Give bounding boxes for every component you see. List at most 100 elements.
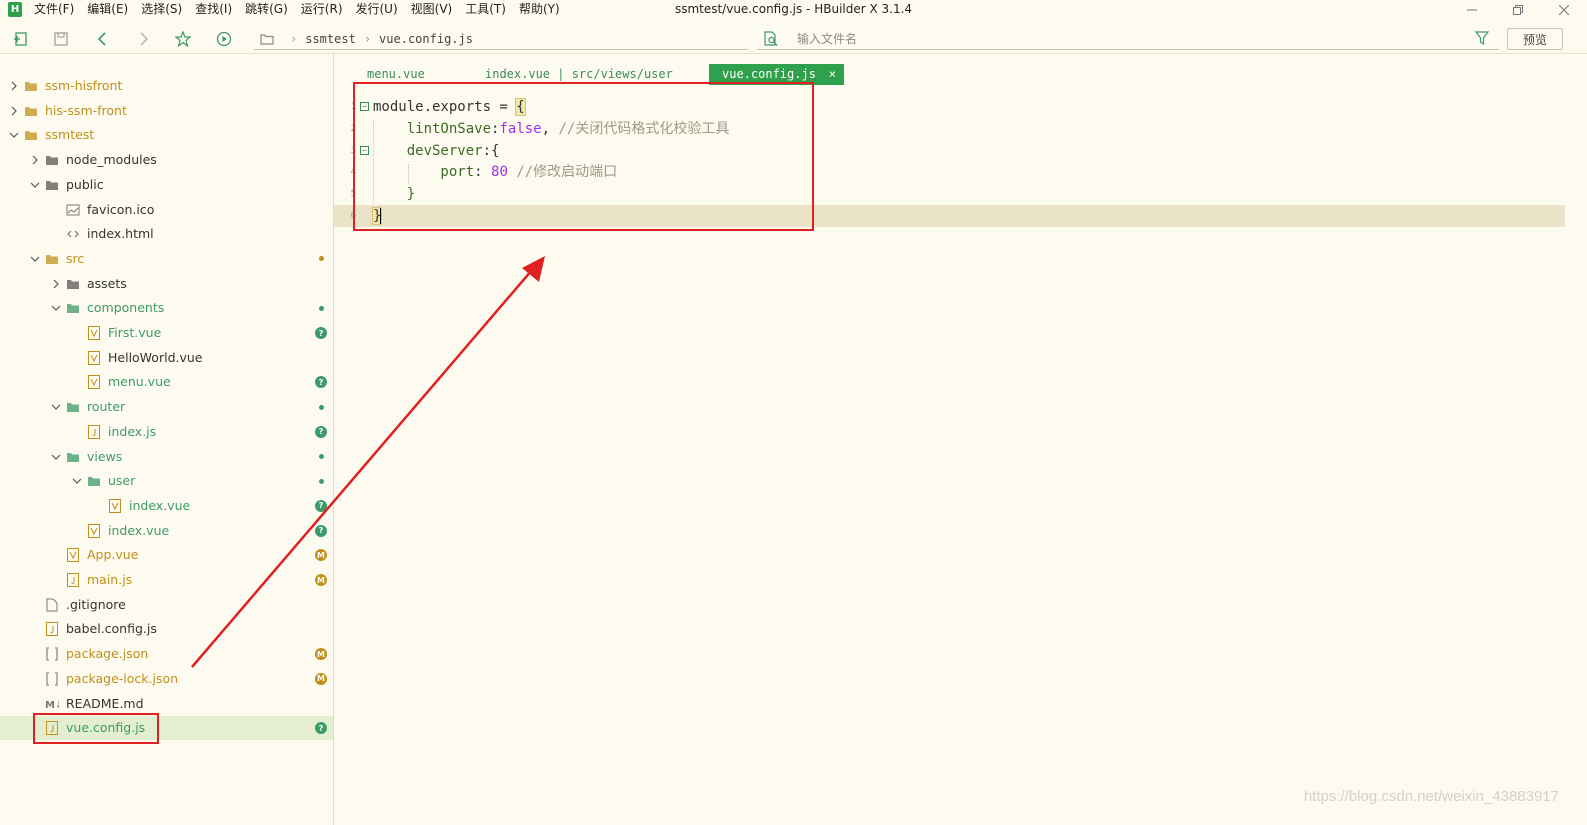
tree-item-ssm-hisfront[interactable]: ssm-hisfront <box>0 74 333 98</box>
tree-item-favicon-ico[interactable]: favicon.ico <box>0 198 333 222</box>
tree-item-src[interactable]: src <box>0 247 333 271</box>
tree-item-label: user <box>108 473 136 489</box>
tree-item-label: assets <box>87 275 127 291</box>
tree-item-index-vue[interactable]: index.vue? <box>0 519 333 543</box>
file-search-box <box>757 28 1499 50</box>
vue-file-icon <box>108 498 122 513</box>
git-status-badge: ? <box>315 425 327 438</box>
tree-item-label: favicon.ico <box>87 201 155 217</box>
minimize-icon[interactable] <box>1449 0 1495 20</box>
js-file-icon <box>66 573 80 587</box>
hbuilder-logo-icon: H <box>8 2 22 17</box>
chevron-right-icon[interactable] <box>50 278 62 290</box>
menu-item[interactable]: 文件(F) <box>34 0 74 20</box>
breadcrumb-project[interactable]: ssmtest <box>305 32 356 46</box>
menu-item[interactable]: 工具(T) <box>465 0 506 20</box>
folder-icon <box>24 79 38 93</box>
breadcrumb-file[interactable]: vue.config.js <box>379 32 473 46</box>
tree-item-main-js[interactable]: main.js M <box>0 568 333 592</box>
tree-item-label: ssm-hisfront <box>45 78 123 93</box>
back-icon[interactable] <box>94 30 112 48</box>
breadcrumb[interactable]: › ssmtest › vue.config.js <box>254 28 748 50</box>
tree-item-gitignore[interactable]: .gitignore <box>0 593 333 617</box>
tree-item-readme-md[interactable]: M↓ README.md <box>0 692 333 716</box>
menu-item[interactable]: 发行(U) <box>356 0 398 20</box>
tree-item-index-vue[interactable]: index.vue? <box>0 494 333 518</box>
tree-item-label: his-ssm-front <box>45 102 127 118</box>
file-icon <box>45 598 59 612</box>
menu-item[interactable]: 编辑(E) <box>87 0 128 20</box>
chevron-down-icon[interactable] <box>50 302 62 314</box>
tree-item-label: index.js <box>108 423 157 439</box>
tree-item-label: components <box>87 300 165 316</box>
preview-button[interactable]: 预览 <box>1507 28 1563 50</box>
tree-item-index-html[interactable]: index.html <box>0 222 333 246</box>
markdown-icon: M↓ <box>45 697 59 711</box>
tree-item-ssmtest[interactable]: ssmtest <box>0 123 333 147</box>
tree-item-package-lock-json[interactable]: package-lock.json M <box>0 667 333 691</box>
folder-icon <box>66 400 80 414</box>
chevron-right-icon[interactable] <box>8 105 20 117</box>
tree-item-menu-vue[interactable]: menu.vue? <box>0 370 333 394</box>
folder-icon <box>45 252 59 266</box>
tab-close-icon[interactable]: × <box>829 64 836 85</box>
run-icon[interactable] <box>215 30 233 48</box>
chevron-right-icon[interactable] <box>29 154 41 166</box>
menu-item[interactable]: 跳转(G) <box>245 0 288 20</box>
js-file-icon <box>45 622 59 637</box>
tree-item-views[interactable]: views <box>0 445 333 469</box>
chevron-down-icon[interactable] <box>50 401 62 413</box>
menu-item[interactable]: 帮助(Y) <box>519 0 560 20</box>
tree-item-assets[interactable]: assets <box>0 272 333 296</box>
tree-item-public[interactable]: public <box>0 173 333 197</box>
tree-item-helloworld-vue[interactable]: HelloWorld.vue <box>0 346 333 370</box>
forward-icon[interactable] <box>134 30 152 48</box>
tree-item-package-json[interactable]: package.json M <box>0 642 333 666</box>
tree-item-his-ssm-front[interactable]: his-ssm-front <box>0 99 333 123</box>
close-icon[interactable] <box>1541 0 1587 20</box>
menu-item[interactable]: 视图(V) <box>411 0 453 20</box>
tree-item-index-js[interactable]: index.js? <box>0 420 333 444</box>
chevron-down-icon[interactable] <box>50 451 62 463</box>
html-file-icon <box>66 227 80 241</box>
new-file-icon[interactable] <box>12 30 30 48</box>
tree-item-user[interactable]: user <box>0 469 333 493</box>
menu-item[interactable]: 查找(I) <box>195 0 232 20</box>
file-search-input[interactable] <box>797 30 1437 48</box>
watermark: https://blog.csdn.net/weixin_43883917 <box>1303 788 1559 805</box>
folder-icon <box>66 277 80 291</box>
favorite-star-icon[interactable] <box>174 30 192 48</box>
git-status-badge: M <box>315 648 327 661</box>
project-explorer: ssm-hisfront his-ssm-front ssmtest node_mod… <box>0 54 334 825</box>
svg-text:M↓: M↓ <box>45 700 59 710</box>
js-file-icon <box>87 424 101 439</box>
tree-item-label: HelloWorld.vue <box>108 349 203 365</box>
chevron-down-icon[interactable] <box>29 253 41 265</box>
vue-file-icon <box>66 548 80 563</box>
folder-icon <box>260 33 274 45</box>
tree-item-babel-config-js[interactable]: babel.config.js <box>0 617 333 641</box>
chevron-down-icon[interactable] <box>8 129 20 141</box>
save-icon[interactable] <box>52 30 70 48</box>
menu-bar: H 文件(F) 编辑(E) 选择(S) 查找(I) 跳转(G) 运行(R) 发行(U) 视图(… <box>0 0 1587 20</box>
restore-icon[interactable] <box>1495 0 1541 20</box>
tree-item-components[interactable]: components <box>0 296 333 320</box>
tree-item-app-vue[interactable]: App.vue M <box>0 543 333 567</box>
tree-item-node-modules[interactable]: node_modules <box>0 148 333 172</box>
vue-file-icon <box>87 326 101 340</box>
tree-item-label: App.vue <box>87 547 139 563</box>
chevron-down-icon[interactable] <box>29 179 41 191</box>
menu-item[interactable]: 选择(S) <box>141 0 182 20</box>
tree-item-label: views <box>87 448 123 464</box>
vue-file-icon <box>87 350 101 365</box>
search-file-icon <box>763 31 779 47</box>
folder-icon <box>66 450 80 464</box>
status-dot <box>315 451 327 463</box>
chevron-right-icon[interactable] <box>8 80 20 92</box>
tree-item-router[interactable]: router <box>0 395 333 419</box>
menu-item[interactable]: 运行(R) <box>301 0 343 20</box>
chevron-down-icon[interactable] <box>71 475 83 487</box>
tree-item-first-vue[interactable]: First.vue? <box>0 321 333 345</box>
filter-icon[interactable] <box>1475 31 1489 45</box>
tree-item-label: .gitignore <box>66 596 126 612</box>
